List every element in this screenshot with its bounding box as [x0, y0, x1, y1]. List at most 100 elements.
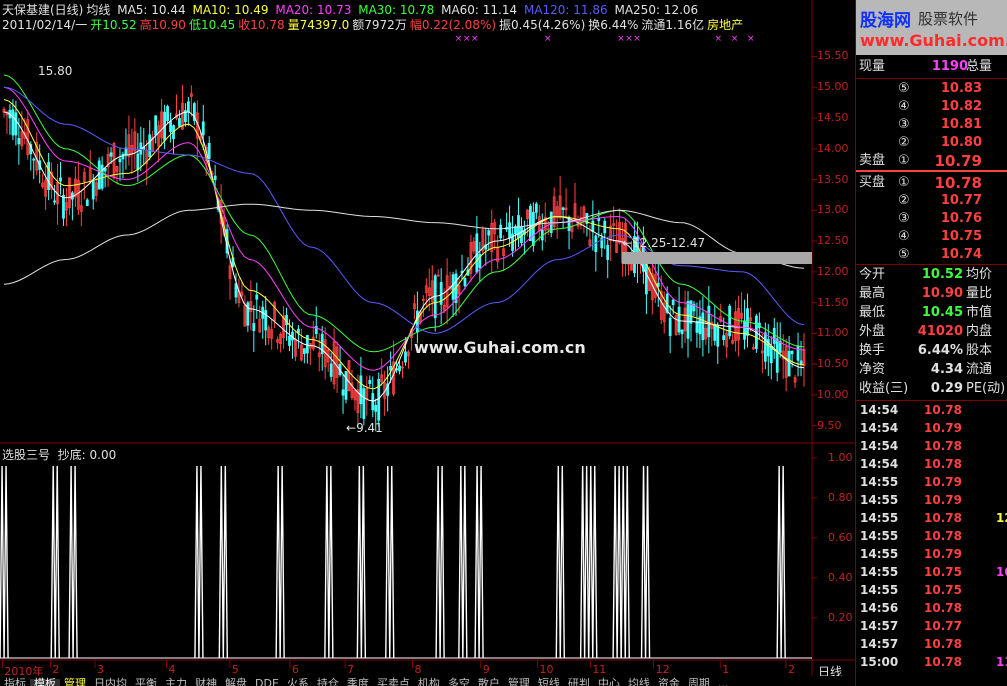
sell-order-row: ④ 10.82	[856, 98, 1007, 116]
tick-time: 14:54	[860, 457, 899, 471]
tick-row[interactable]: 14:57 10.78	[856, 635, 1007, 653]
candle-body	[668, 317, 672, 337]
stat-label-right: 股本	[966, 343, 993, 358]
event-marker: ×	[625, 34, 633, 44]
indicator-tab[interactable]: 短线	[534, 678, 564, 686]
price-tick-label: 12.50	[817, 234, 849, 248]
indicator-tab[interactable]: 主力	[161, 678, 191, 686]
sell-label: 卖盘	[859, 153, 886, 168]
current-volume-label: 现量	[859, 59, 886, 74]
tick-row[interactable]: 14:54 10.79	[856, 419, 1007, 437]
stat-label: 今开	[859, 267, 886, 282]
signal-spike	[620, 465, 630, 659]
indicator-tab[interactable]: 中心	[594, 678, 624, 686]
ma10-value: MA10: 10.49	[192, 3, 269, 17]
quote-high: 高10.90	[139, 18, 186, 32]
indicator-tab[interactable]: 持仓	[313, 678, 343, 686]
tick-row[interactable]: 14:55 10.75 10	[856, 563, 1007, 581]
total-volume-label: 总量	[966, 59, 993, 74]
tick-price: 10.79	[924, 475, 962, 489]
tick-row[interactable]: 14:55 10.79	[856, 545, 1007, 563]
tick-row[interactable]: 14:57 10.77	[856, 617, 1007, 635]
indicator-tab[interactable]: 财神	[191, 678, 221, 686]
candle-body	[680, 329, 684, 335]
signal-spike	[458, 465, 468, 659]
candle-body	[591, 220, 595, 233]
indicator-name: 均线	[86, 3, 111, 17]
chart-area[interactable]: × × × × × × × × × × 天保基建(日线) 均线 MA5: 10.44 MA10: 1…	[0, 0, 855, 686]
tick-row[interactable]: 14:55 10.75	[856, 581, 1007, 599]
indicator-tab[interactable]: DDE	[251, 678, 283, 686]
indicator-tab[interactable]: 多空	[444, 678, 474, 686]
candle-body	[11, 109, 15, 136]
indicator-tab[interactable]: 日内均	[90, 678, 131, 686]
ma-line-ma60	[3, 86, 805, 334]
tick-row[interactable]: 14:55 10.78 12	[856, 509, 1007, 527]
stat-label: 最高	[859, 286, 886, 301]
candle-body	[656, 282, 660, 287]
indicator-tab[interactable]: 资金	[654, 678, 684, 686]
stat-value: 0.29	[930, 381, 963, 396]
indicator-tab[interactable]: 季度	[343, 678, 373, 686]
tick-row[interactable]: 14:54 10.78	[856, 455, 1007, 473]
indicator-tab[interactable]: 机构	[414, 678, 444, 686]
tick-price: 10.78	[924, 511, 962, 525]
indicator-tab[interactable]: 均线	[624, 678, 654, 686]
signal-spike	[555, 465, 565, 659]
quote-close: 收10.78	[238, 18, 285, 32]
tick-row[interactable]: 14:55 10.78	[856, 527, 1007, 545]
indicator-value-text: 抄底: 0.00	[57, 448, 117, 462]
ma5-value: MA5: 10.44	[117, 3, 186, 17]
signal-spike	[194, 465, 204, 659]
event-marker: ×	[544, 34, 552, 44]
indicator-tab[interactable]: 周期	[684, 678, 714, 686]
indicator-tab[interactable]: 火系	[283, 678, 313, 686]
price-tick-label: 15.50	[817, 49, 849, 63]
tick-time: 14:55	[860, 547, 899, 561]
price-tick-label: 11.50	[817, 295, 849, 309]
sell-order-row: ⑤ 10.83	[856, 80, 1007, 98]
indicator-tab[interactable]: 解盘	[221, 678, 251, 686]
tick-price: 10.79	[924, 493, 962, 507]
tick-price: 10.79	[924, 421, 962, 435]
candle-body	[487, 230, 491, 236]
tick-row[interactable]: 14:55 10.79	[856, 473, 1007, 491]
buy-order-row: ③ 10.76	[856, 210, 1007, 228]
signal-spike	[68, 465, 78, 659]
stat-label-right: 流通	[966, 362, 993, 377]
indicator-tab[interactable]: 指标	[0, 678, 30, 686]
indicator-tab[interactable]: ...	[714, 678, 733, 686]
tick-volume: 10	[996, 565, 1007, 579]
indicator-tab[interactable]: 买卖点	[373, 678, 414, 686]
tick-price: 10.78	[924, 439, 962, 453]
ma30-value: MA30: 10.78	[358, 3, 435, 17]
sell-price: 10.80	[940, 135, 982, 150]
current-volume-value: 1190	[931, 59, 968, 74]
divider	[856, 264, 1007, 265]
indicator-tab[interactable]: 散户	[474, 678, 504, 686]
tick-row[interactable]: 14:55 10.79	[856, 491, 1007, 509]
tick-row[interactable]: 14:56 10.78	[856, 599, 1007, 617]
indicator-tab[interactable]: 平衡	[131, 678, 161, 686]
tick-price: 10.78	[924, 655, 962, 669]
stat-label-right: 市值	[966, 305, 993, 320]
indicator-tab[interactable]: 研判	[564, 678, 594, 686]
indicator-tab[interactable]: 管理	[60, 678, 90, 686]
tick-row[interactable]: 14:54 10.78	[856, 437, 1007, 455]
tick-price: 10.78	[924, 529, 962, 543]
indicator-tabs[interactable]: 指标 模板 管理 日内均 平衡 主力 财神 解盘 DDE 火系 持仓 季度 买卖点 机构 多空 散户 管理 短线研…	[0, 676, 855, 686]
indicator-tab[interactable]: 管理	[504, 678, 534, 686]
sell-price: 10.82	[940, 99, 982, 114]
indicator-name-text: 选股三号	[2, 448, 51, 462]
price-tick-label: 15.00	[817, 80, 849, 94]
tick-row[interactable]: 15:00 10.78 11	[856, 653, 1007, 671]
candle-body	[47, 162, 51, 190]
price-tick-label: 10.50	[817, 357, 849, 371]
candle-body	[109, 152, 113, 157]
tick-row[interactable]: 14:54 10.78	[856, 401, 1007, 419]
event-marker: ×	[633, 34, 641, 44]
event-marker: ×	[455, 34, 463, 44]
indicator-tab[interactable]: 模板	[30, 678, 60, 686]
candle-body	[169, 121, 172, 132]
level-marker: ⑤	[898, 81, 910, 96]
